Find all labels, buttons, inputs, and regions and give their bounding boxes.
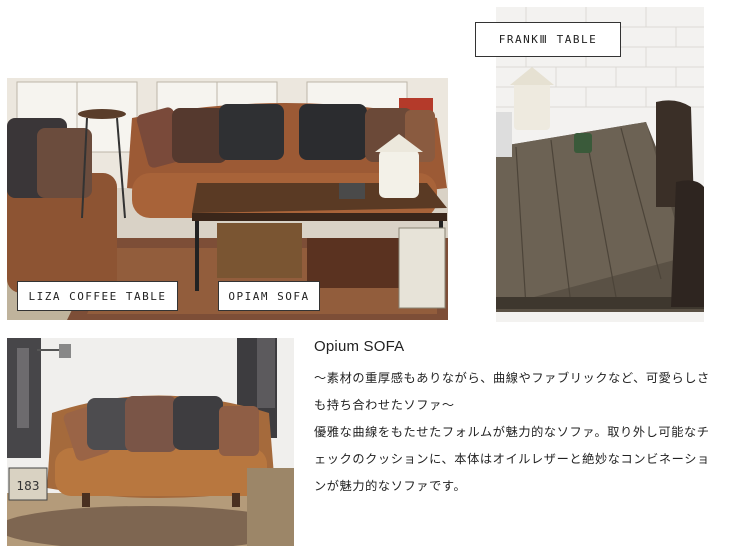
product-body-line-3: ンが魅力的なソファです。 — [314, 479, 467, 493]
product-title: Opium SOFA — [314, 338, 405, 355]
liza-coffee-table-label: LIZA COFFEE TABLE — [17, 281, 178, 311]
product-tagline-line-1: ～素材の重厚感もありながら、曲線やファブリックなど、可愛らしさ — [314, 371, 710, 385]
liza-coffee-table-label-text: LIZA COFFEE TABLE — [19, 288, 176, 304]
opium-sofa-label-text: OPIAM SOFA — [219, 288, 319, 304]
opium-sofa-label: OPIAM SOFA — [218, 281, 320, 311]
product-description: Opium SOFA ～素材の重厚感もありながら、曲線やファブリックなど、可愛ら… — [314, 338, 734, 500]
frank-table-label: FRANKⅢ TABLE — [475, 22, 621, 57]
frank-table-label-text: FRANKⅢ TABLE — [489, 32, 607, 47]
photo-sign-text: 183 — [17, 479, 40, 493]
product-tagline-line-2: も持ち合わせたソファ～ — [314, 398, 455, 412]
product-body-line-1: 優雅な曲線をもたせたフォルムが魅力的なソファ。取り外し可能なチ — [314, 425, 710, 439]
product-body-line-2: ェックのクッションに、本体はオイルレザーと絶妙なコンビネーショ — [314, 452, 710, 466]
opium-sofa-photo: 183 — [7, 338, 294, 546]
